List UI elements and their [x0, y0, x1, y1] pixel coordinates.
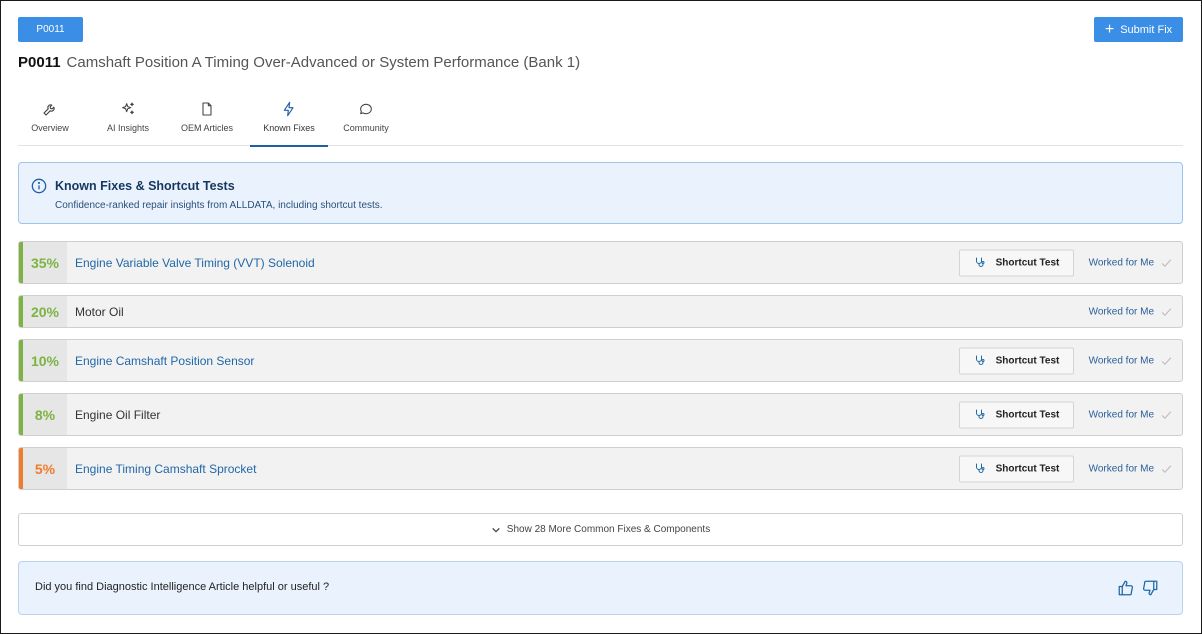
tab-known-fixes[interactable]: Known Fixes — [250, 97, 328, 147]
fix-row: 5% Engine Timing Camshaft Sprocket Short… — [18, 447, 1183, 490]
fix-name: Motor Oil — [75, 304, 124, 319]
stethoscope-icon — [975, 257, 985, 267]
wrench-icon — [43, 104, 55, 116]
check-icon[interactable] — [1160, 462, 1173, 475]
stethoscope-icon — [975, 355, 985, 365]
worked-for-me-link[interactable]: Worked for Me — [1089, 257, 1154, 268]
confidence-percent: 20% — [23, 296, 67, 327]
fix-name-link[interactable]: Engine Camshaft Position Sensor — [75, 354, 254, 368]
chevron-down-icon — [492, 527, 500, 533]
check-icon[interactable] — [1160, 408, 1173, 421]
page-title: P0011 Camshaft Position A Timing Over-Ad… — [18, 54, 580, 74]
top-bar: P0011 + Submit Fix — [18, 17, 1183, 42]
lightning-icon — [283, 101, 294, 117]
thumbs-down-icon[interactable] — [1141, 579, 1159, 597]
shortcut-test-button[interactable]: Shortcut Test — [959, 249, 1074, 276]
info-title: Known Fixes & Shortcut Tests — [55, 179, 235, 193]
fix-row: 35% Engine Variable Valve Timing (VVT) S… — [18, 241, 1183, 284]
stethoscope-icon — [975, 463, 985, 473]
worked-for-me-link[interactable]: Worked for Me — [1089, 409, 1154, 420]
submit-fix-button[interactable]: + Submit Fix — [1094, 17, 1183, 42]
shortcut-test-label: Shortcut Test — [995, 463, 1060, 474]
document-icon — [202, 102, 212, 116]
feedback-question: Did you find Diagnostic Intelligence Art… — [35, 581, 330, 593]
fix-name-link[interactable]: Engine Timing Camshaft Sprocket — [75, 462, 256, 476]
sparkle-icon — [122, 102, 134, 115]
title-description: Camshaft Position A Timing Over-Advanced… — [66, 54, 581, 71]
tab-community[interactable]: Community — [330, 97, 402, 146]
fix-row: 20% Motor Oil Worked for Me — [18, 295, 1183, 328]
check-icon[interactable] — [1160, 256, 1173, 269]
thumbs-up-icon[interactable] — [1117, 579, 1135, 597]
shortcut-test-button[interactable]: Shortcut Test — [959, 401, 1074, 428]
stethoscope-icon — [975, 409, 985, 419]
shortcut-test-label: Shortcut Test — [995, 409, 1060, 420]
tab-label: OEM Articles — [180, 123, 233, 133]
tab-label: Known Fixes — [263, 123, 315, 133]
feedback-banner: Did you find Diagnostic Intelligence Art… — [18, 561, 1183, 615]
show-more-button[interactable]: Show 28 More Common Fixes & Components — [18, 513, 1183, 546]
worked-for-me-link[interactable]: Worked for Me — [1089, 306, 1154, 317]
info-icon — [31, 178, 47, 194]
tab-bar: Overview AI Insights OEM Articles Known … — [18, 97, 1183, 147]
tab-overview[interactable]: Overview — [18, 97, 82, 146]
fix-row: 8% Engine Oil Filter Shortcut Test Worke… — [18, 393, 1183, 436]
tab-label: AI Insights — [106, 123, 150, 133]
code-button[interactable]: P0011 — [18, 17, 83, 42]
shortcut-test-button[interactable]: Shortcut Test — [959, 455, 1074, 482]
worked-for-me-link[interactable]: Worked for Me — [1089, 355, 1154, 366]
tab-ai-insights[interactable]: AI Insights — [92, 97, 164, 146]
worked-for-me-link[interactable]: Worked for Me — [1089, 463, 1154, 474]
fix-name: Engine Oil Filter — [75, 407, 161, 422]
show-more-label: Show 28 More Common Fixes & Components — [506, 524, 711, 535]
confidence-percent: 5% — [23, 448, 67, 489]
info-banner: Known Fixes & Shortcut Tests Confidence-… — [18, 162, 1183, 224]
check-icon[interactable] — [1160, 305, 1173, 318]
confidence-percent: 35% — [23, 242, 67, 283]
chat-icon — [360, 103, 372, 115]
tab-label: Community — [343, 123, 389, 133]
plus-icon: + — [1104, 20, 1115, 38]
title-code: P0011 — [18, 54, 61, 71]
shortcut-test-label: Shortcut Test — [995, 355, 1060, 366]
fix-row: 10% Engine Camshaft Position Sensor Shor… — [18, 339, 1183, 382]
confidence-percent: 10% — [23, 340, 67, 381]
confidence-percent: 8% — [23, 394, 67, 435]
submit-fix-label: Submit Fix — [1120, 23, 1173, 36]
shortcut-test-label: Shortcut Test — [995, 257, 1060, 268]
tab-label: Overview — [31, 123, 69, 133]
check-icon[interactable] — [1160, 354, 1173, 367]
fix-name-link[interactable]: Engine Variable Valve Timing (VVT) Solen… — [75, 256, 315, 270]
tab-oem-articles[interactable]: OEM Articles — [170, 97, 244, 146]
shortcut-test-button[interactable]: Shortcut Test — [959, 347, 1074, 374]
info-subtitle: Confidence-ranked repair insights from A… — [55, 200, 383, 211]
